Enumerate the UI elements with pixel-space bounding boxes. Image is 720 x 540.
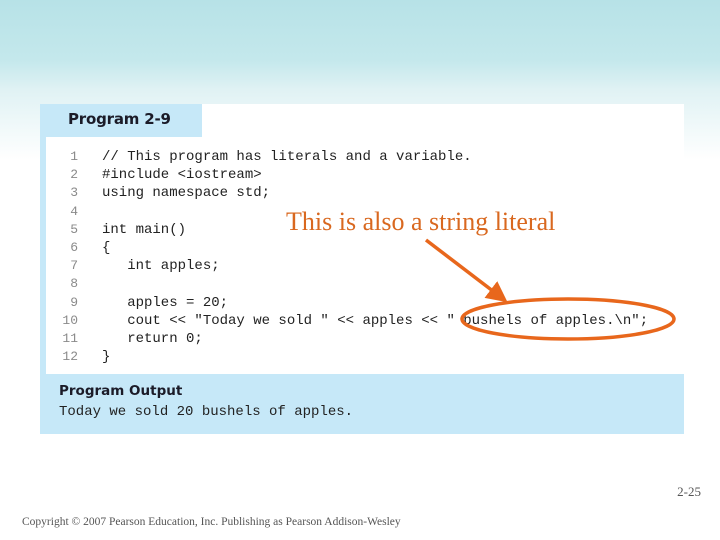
line-text: // This program has literals and a varia… bbox=[102, 149, 472, 165]
line-number: 12 bbox=[62, 349, 78, 365]
line-number: 4 bbox=[70, 203, 78, 219]
line-number: 8 bbox=[70, 276, 78, 292]
program-header: Program 2-9 bbox=[40, 104, 202, 137]
annotation-label: This is also a string literal bbox=[286, 207, 556, 236]
line-number: 10 bbox=[62, 312, 78, 328]
code-line: 6{ bbox=[46, 239, 676, 257]
code-line: 2 #include <iostream> bbox=[46, 166, 676, 184]
program-title: Program 2-9 bbox=[68, 110, 171, 128]
line-text: { bbox=[102, 239, 111, 256]
code-line: 1 // This program has literals and a vari… bbox=[46, 148, 676, 166]
code-area: 1 // This program has literals and a vari… bbox=[46, 148, 676, 366]
line-number: 1 bbox=[70, 149, 78, 164]
line-number: 9 bbox=[70, 294, 78, 310]
line-text: int main() bbox=[102, 221, 187, 238]
line-text: using namespace std; bbox=[102, 185, 271, 202]
code-line: 11 return 0; bbox=[46, 330, 676, 348]
line-text: #include <iostream> bbox=[102, 167, 262, 184]
code-line: 3 using namespace std; bbox=[46, 184, 676, 202]
code-line: 10 cout << "Today we sold " << apples <<… bbox=[46, 312, 676, 330]
code-line: 8 bbox=[46, 275, 676, 293]
line-number: 5 bbox=[70, 221, 78, 237]
line-text: return 0; bbox=[102, 330, 203, 347]
code-line: 9 apples = 20; bbox=[46, 294, 676, 312]
line-number: 11 bbox=[62, 330, 78, 346]
program-output-panel: Program Output Today we sold 20 bushels … bbox=[40, 374, 684, 434]
line-number: 3 bbox=[70, 185, 78, 201]
program-listing: Program 2-9 1 // This program has literal… bbox=[40, 104, 684, 434]
output-text: Today we sold 20 bushels of apples. bbox=[59, 404, 354, 420]
line-number: 6 bbox=[70, 239, 78, 255]
code-line: 12} bbox=[46, 348, 676, 366]
line-text: } bbox=[102, 349, 111, 366]
output-title: Program Output bbox=[59, 383, 183, 399]
line-number: 7 bbox=[70, 258, 78, 274]
page-number: 2-25 bbox=[677, 484, 701, 499]
line-text: cout << "Today we sold " << apples << " … bbox=[102, 312, 649, 329]
line-text: apples = 20; bbox=[102, 294, 229, 311]
code-line: 7 int apples; bbox=[46, 257, 676, 275]
line-number: 2 bbox=[70, 167, 78, 183]
line-text: int apples; bbox=[102, 258, 220, 275]
copyright-notice: Copyright © 2007 Pearson Education, Inc.… bbox=[22, 516, 401, 528]
